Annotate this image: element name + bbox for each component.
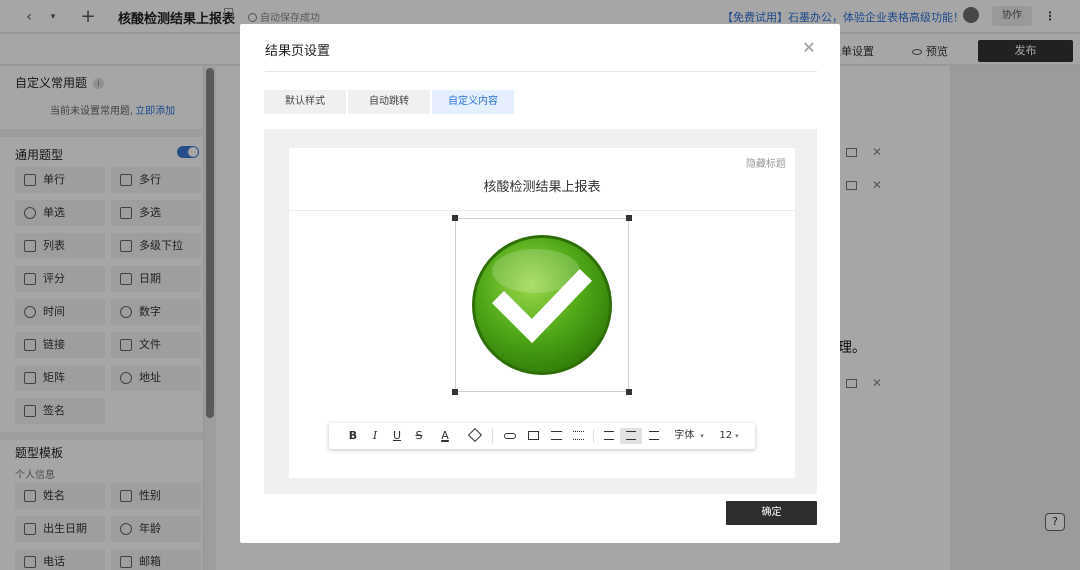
font-size-value: 12	[719, 430, 733, 441]
insert-image-button[interactable]	[524, 428, 542, 444]
align-right-icon	[649, 431, 659, 440]
italic-button[interactable]: I	[367, 428, 383, 444]
card-header: 隐藏标题 核酸检测结果上报表	[289, 148, 795, 211]
underline-button[interactable]: U	[389, 428, 405, 444]
font-family-label: 字体	[674, 430, 695, 441]
align-right-button[interactable]	[644, 428, 664, 444]
bullet-list-button[interactable]	[569, 428, 587, 444]
bullet-list-icon	[572, 431, 584, 440]
highlight-color-button[interactable]	[464, 427, 486, 444]
strikethrough-button[interactable]: S	[411, 428, 427, 444]
chevron-down-icon: ▾	[735, 432, 739, 440]
tab-auto-redirect[interactable]: 自动跳转	[348, 90, 430, 114]
image-icon	[527, 431, 539, 440]
result-card: 隐藏标题 核酸检测结果上报表 B I U S A 字体 ▾ 12 ▾	[289, 148, 795, 478]
hide-title-button[interactable]: 隐藏标题	[746, 155, 786, 170]
link-icon	[504, 433, 516, 439]
font-family-select[interactable]: 字体 ▾	[669, 428, 709, 444]
result-page-settings-dialog: 结果页设置 ✕ 默认样式 自动跳转 自定义内容 隐藏标题 核酸检测结果上报表 B…	[240, 24, 840, 543]
resize-handle[interactable]	[626, 389, 632, 395]
ordered-list-icon	[550, 431, 562, 440]
highlighter-icon	[467, 427, 483, 443]
font-color-button[interactable]: A	[434, 428, 456, 444]
resize-handle[interactable]	[452, 215, 458, 221]
card-title[interactable]: 核酸检测结果上报表	[289, 176, 795, 195]
confirm-button[interactable]: 确定	[726, 501, 817, 525]
close-icon[interactable]: ✕	[801, 38, 817, 57]
font-size-select[interactable]: 12 ▾	[714, 428, 744, 444]
toolbar-separator	[593, 429, 594, 443]
bold-button[interactable]: B	[345, 428, 361, 444]
insert-link-button[interactable]	[501, 428, 519, 444]
toolbar-separator	[492, 429, 493, 443]
align-left-icon	[604, 431, 614, 440]
resize-handle[interactable]	[452, 389, 458, 395]
align-center-icon	[626, 431, 636, 440]
dialog-title: 结果页设置	[265, 44, 331, 59]
success-image[interactable]	[452, 215, 632, 395]
dialog-divider	[265, 71, 817, 72]
align-center-button[interactable]	[620, 428, 642, 444]
tab-custom-content[interactable]: 自定义内容	[432, 90, 514, 114]
ordered-list-button[interactable]	[547, 428, 565, 444]
rich-text-toolbar: B I U S A 字体 ▾ 12 ▾	[329, 423, 755, 449]
tab-default-style[interactable]: 默认样式	[264, 90, 346, 114]
chevron-down-icon: ▾	[700, 432, 704, 440]
align-left-button[interactable]	[599, 428, 619, 444]
custom-content-preview: 隐藏标题 核酸检测结果上报表 B I U S A 字体 ▾ 12 ▾	[264, 129, 817, 494]
resize-handle[interactable]	[626, 215, 632, 221]
check-circle-icon	[472, 235, 612, 375]
